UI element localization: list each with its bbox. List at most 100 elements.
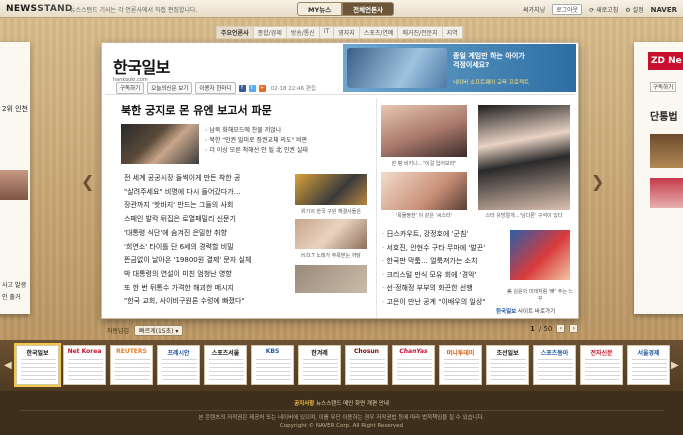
site-link[interactable]: 사이트 바로가기 [518, 309, 555, 315]
settings-button[interactable]: ⚙ 설정 [625, 5, 643, 14]
press-thumbnail[interactable]: 머니투데이 [439, 345, 482, 385]
press-thumbnail[interactable]: REUTERS [110, 345, 153, 385]
next-arrow-icon[interactable]: ❯ [591, 172, 604, 191]
notice[interactable]: 공지사항 뉴스스탠드 메인 화면 개편 안내 [0, 399, 683, 407]
prev-arrow-icon[interactable]: ❮ [81, 172, 94, 191]
share-icon[interactable]: + [258, 84, 266, 92]
article-link[interactable]: 크리스털 만식 모유 회에 '경악' [382, 269, 486, 283]
press-thumbnail[interactable]: 스포츠서울 [204, 345, 247, 385]
subscribe-button[interactable]: 구독하기 [116, 82, 145, 94]
press-thumbnail[interactable]: 한국일보 [14, 343, 61, 387]
press-thumbnail[interactable]: Net Korea [63, 345, 106, 385]
top-bar: NEWSSTAND 뉴스스탠드 기사는 각 언론사에서 직접 편집합니다. MY… [0, 0, 683, 18]
article-link[interactable]: 고은이 만난 공계 "이배우의 일상" [382, 296, 485, 310]
tab-broadcast[interactable]: 방송/통신 [285, 26, 320, 39]
photo-caption[interactable]: H.O.T 노래가 주목받는 까닭 [293, 252, 369, 259]
press-thumbnail[interactable]: Chosun [345, 345, 388, 385]
press-masthead[interactable]: 한국일보 hankooki.com [113, 54, 170, 83]
press-thumbnail[interactable]: 프레시안 [157, 345, 200, 385]
press-thumbnail[interactable]: 스포츠동아 [533, 345, 576, 385]
twitter-icon[interactable]: t [248, 84, 256, 92]
press-thumbnail[interactable]: 서울경제 [627, 345, 670, 385]
photo-caption[interactable]: 美 김윤의 미래처럼 '빠' 주는 느꾸 [506, 288, 574, 302]
next-press-card[interactable]: ZD Ne 구독하기 단통법 [634, 42, 683, 314]
refresh-button[interactable]: ⟳ 새로고침 [589, 5, 618, 14]
footer: 공지사항 뉴스스탠드 메인 화면 개편 안내 본 콘텐츠의 저작권은 제공처 또… [0, 391, 683, 435]
side-right-subscribe[interactable]: 구독하기 [650, 82, 677, 92]
page-current: 1 [530, 324, 535, 333]
ad-text: 종일 계임만 하는 아이가 걱정이세요? [453, 52, 525, 69]
next-page-button[interactable]: › [569, 324, 579, 333]
sub-headline[interactable]: 북한 "인권 빌미로 정권교체 의도" 비판 [205, 136, 308, 146]
page-total: / 50 [538, 324, 553, 333]
photo-news[interactable] [510, 230, 570, 280]
article-link[interactable]: 박 대통령의 연설이 미친 엄청난 영향 [124, 268, 251, 282]
photo-caption[interactable]: 한 평 비키니…"이걸 입어보라" [381, 160, 467, 167]
press-thumbnail[interactable]: 조선일보 [486, 345, 529, 385]
strip-next-icon[interactable]: ▶ [671, 360, 679, 371]
headline-photo[interactable] [121, 124, 199, 164]
logout-button[interactable]: 로그아웃 [552, 4, 583, 15]
article-link[interactable]: 전 세계 공공시장 들썩이게 만든 착한 공 [124, 172, 251, 186]
newsstand-logo[interactable]: NEWSSTAND [6, 4, 73, 14]
side-left-text: 사고 발생 [2, 282, 26, 289]
prev-press-card[interactable]: 2위 인천 사고 발생 인 출거 [0, 42, 30, 314]
tagline: 뉴스스탠드 기사는 각 언론사에서 직접 편집합니다. [70, 7, 198, 14]
copyright: Copyright © NAVER Corp. All Right Reserv… [279, 423, 404, 429]
tab-it[interactable]: IT [318, 26, 335, 39]
press-brand-link[interactable]: 한국일보 [496, 309, 516, 315]
prev-page-button[interactable]: ‹ [556, 324, 566, 333]
tab-english[interactable]: 영자지 [333, 26, 360, 39]
press-thumbnail[interactable]: 한겨레 [298, 345, 341, 385]
press-thumbnail[interactable]: ChanYas [392, 345, 435, 385]
sub-headline[interactable]: 남북 화해모드에 찬물 끼얹나 [205, 126, 308, 136]
tab-major-press[interactable]: 주요언론사 [216, 26, 254, 39]
tab-all-press[interactable]: 전체언론사 [342, 2, 395, 16]
photo-news[interactable] [295, 219, 367, 249]
article-link[interactable]: 선·정해정 부부의 화끈한 선행 [382, 282, 486, 296]
photo-news[interactable] [478, 105, 570, 210]
tab-local[interactable]: 지역 [441, 26, 463, 39]
feedback-button[interactable]: 이용자 한마디 [195, 82, 236, 94]
photo-news[interactable] [381, 105, 467, 157]
divider [105, 94, 575, 95]
main-headline[interactable]: 북한 궁지로 몬 유엔 보고서 파문 [121, 102, 272, 118]
tab-magazine[interactable]: 매거진/전문지 [397, 26, 443, 39]
today-paper-button[interactable]: 오늘의신문 보기 [147, 82, 193, 94]
auto-scroll-bar: 자동넘김 빠르게(15초) ▾ [107, 325, 184, 336]
facebook-icon[interactable]: f [238, 84, 246, 92]
article-link[interactable]: '희연소' 타이틀 단 6세의 경력할 비밀 [124, 241, 251, 255]
article-link[interactable]: '대통령 식단'에 숨겨진 은밀한 취향 [124, 227, 251, 241]
username[interactable]: 써가지닝 [523, 5, 545, 14]
article-link[interactable]: 장관까지 '핫바지' 만드는 그들의 사회 [124, 199, 251, 213]
ad-banner[interactable]: 종일 계임만 하는 아이가 걱정이세요? 네이버 소프트웨어 교육 프로젝트 [343, 44, 576, 92]
photo-caption[interactable]: 위기의 한국 구원 해결사들은 [293, 208, 369, 215]
article-link[interactable]: 서호진, 안현수 구타 무마에 '발끈' [382, 242, 486, 256]
side-left-text: 2위 인천 [2, 105, 28, 113]
tab-sports[interactable]: 스포츠/연예 [358, 26, 399, 39]
side-right-image [650, 134, 683, 168]
naver-link[interactable]: NAVER [651, 6, 677, 14]
press-thumbnail[interactable]: KBS [251, 345, 294, 385]
article-link[interactable]: 日스카우트, 강정호에 '군침' [382, 228, 486, 242]
article-link[interactable]: 스페인 발칵 뒤집은 로열패밀리 신문기 [124, 213, 251, 227]
photo-caption[interactable]: '목물짱한' 이 같은 '씨스타' [381, 212, 467, 219]
side-left-image [0, 170, 28, 200]
speed-select[interactable]: 빠르게(15초) ▾ [134, 325, 184, 336]
photo-news[interactable] [381, 172, 467, 210]
article-link[interactable]: "한국 교회, 사이비구원론 수렁에 빠졌다" [124, 295, 251, 309]
headline-sub-list: 남북 화해모드에 찬물 끼얹나 북한 "인권 빌미로 정권교체 의도" 비판 더… [205, 126, 308, 156]
ad-link[interactable]: 네이버 소프트웨어 교육 프로젝트 [453, 78, 529, 86]
photo-caption[interactable]: 스타 유방절개…'남다른' 구석이 있다 [476, 212, 572, 219]
photo-news[interactable] [295, 174, 367, 205]
press-thumbnail[interactable]: 전자신문 [580, 345, 623, 385]
article-link[interactable]: "살려주세요" 비명에 다시 들어갔다가… [124, 186, 251, 200]
tab-general-economy[interactable]: 종합/경제 [252, 26, 287, 39]
article-link[interactable]: 한국판 막툼… 얼룩져가는 소치 [382, 255, 486, 269]
photo-news[interactable] [295, 265, 367, 293]
tab-my-news[interactable]: MY뉴스 [297, 2, 343, 16]
strip-prev-icon[interactable]: ◀ [4, 360, 12, 371]
article-link[interactable]: 또 한 번 뒤통수 가격한 해괴한 메시지 [124, 282, 251, 296]
article-link[interactable]: 뜬금없이 날아온 '19800원 결제' 문자 실체 [124, 254, 251, 268]
sub-headline[interactable]: 더 이상 모른 척해선 안 될 北 인권 실태 [205, 146, 308, 156]
